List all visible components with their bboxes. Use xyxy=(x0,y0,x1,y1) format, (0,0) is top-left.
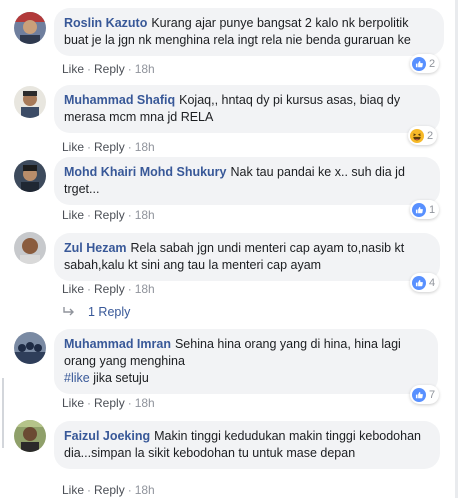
comment-bubble: Mohd Khairi Mohd Shukury Nak tau pandai k… xyxy=(54,157,440,205)
separator-dot: · xyxy=(127,140,132,154)
separator-dot: · xyxy=(87,483,92,497)
separator-dot: · xyxy=(87,140,92,154)
reply-arrow-icon xyxy=(63,307,74,316)
reaction-summary[interactable]: 7 xyxy=(410,385,440,404)
timestamp[interactable]: 18h xyxy=(135,396,155,410)
timestamp[interactable]: 18h xyxy=(135,208,155,222)
reply-link[interactable]: Reply xyxy=(94,282,125,296)
avatar[interactable] xyxy=(14,12,46,44)
comment-bubble: Zul Hezam Rela sabah jgn undi menteri cap… xyxy=(54,233,440,281)
separator-dot: · xyxy=(127,396,132,410)
reaction-count: 2 xyxy=(427,129,434,142)
separator-dot: · xyxy=(87,282,92,296)
avatar[interactable] xyxy=(14,420,46,452)
hashtag-link[interactable]: #like xyxy=(64,371,90,385)
comment-actions: Like · Reply · 18h xyxy=(62,62,155,76)
reaction-summary[interactable]: 2 xyxy=(410,54,440,73)
comment-author[interactable]: Roslin Kazuto xyxy=(64,16,147,30)
comment-text-continued: jika setuju xyxy=(89,371,149,385)
reaction-count: 1 xyxy=(429,203,436,216)
avatar[interactable] xyxy=(14,232,46,264)
like-link[interactable]: Like xyxy=(62,282,84,296)
like-icon xyxy=(412,387,426,402)
separator-dot: · xyxy=(87,208,92,222)
separator-dot: · xyxy=(87,62,92,76)
reply-link[interactable]: Reply xyxy=(94,396,125,410)
like-link[interactable]: Like xyxy=(62,396,84,410)
haha-icon xyxy=(410,128,424,143)
separator-dot: · xyxy=(87,396,92,410)
comment-author[interactable]: Faizul Joeking xyxy=(64,429,150,443)
like-icon xyxy=(412,202,426,217)
timestamp[interactable]: 18h xyxy=(135,140,155,154)
comment-actions: Like · Reply · 18h xyxy=(62,396,155,410)
avatar[interactable] xyxy=(14,86,46,118)
like-link[interactable]: Like xyxy=(62,140,84,154)
reaction-count: 7 xyxy=(429,388,436,401)
separator-dot: · xyxy=(127,62,132,76)
reaction-count: 2 xyxy=(429,57,436,70)
avatar[interactable] xyxy=(14,332,46,364)
view-replies-link[interactable]: 1 Reply xyxy=(62,305,130,319)
reaction-summary[interactable]: 1 xyxy=(410,200,440,219)
comment-bubble: Muhammad Imran Sehina hina orang yang di … xyxy=(54,329,438,394)
separator-dot: · xyxy=(127,208,132,222)
avatar[interactable] xyxy=(14,160,46,192)
comment-bubble: Roslin Kazuto Kurang ajar punye bangsat 2… xyxy=(54,8,444,56)
like-link[interactable]: Like xyxy=(62,208,84,222)
like-link[interactable]: Like xyxy=(62,483,84,497)
thread-line xyxy=(2,378,4,448)
like-icon xyxy=(412,56,426,71)
comment-author[interactable]: Zul Hezam xyxy=(64,241,127,255)
timestamp[interactable]: 18h xyxy=(135,62,155,76)
timestamp[interactable]: 18h xyxy=(135,282,155,296)
reply-link[interactable]: Reply xyxy=(94,140,125,154)
comment-actions: Like · Reply · 18h xyxy=(62,483,155,497)
like-icon xyxy=(412,275,426,290)
reply-link[interactable]: Reply xyxy=(94,483,125,497)
comment-actions: Like · Reply · 18h xyxy=(62,208,155,222)
replies-count-label[interactable]: 1 Reply xyxy=(88,305,130,319)
timestamp[interactable]: 18h xyxy=(135,483,155,497)
comment-author[interactable]: Muhammad Shafiq xyxy=(64,93,175,107)
comment-bubble: Faizul Joeking Makin tinggi kedudukan mak… xyxy=(54,421,440,469)
reaction-summary[interactable]: 4 xyxy=(410,273,440,292)
reply-link[interactable]: Reply xyxy=(94,208,125,222)
comment-bubble: Muhammad Shafiq Kojaq,, hntaq dy pi kursu… xyxy=(54,85,440,133)
separator-dot: · xyxy=(127,282,132,296)
comment-author[interactable]: Mohd Khairi Mohd Shukury xyxy=(64,165,227,179)
like-link[interactable]: Like xyxy=(62,62,84,76)
reply-link[interactable]: Reply xyxy=(94,62,125,76)
separator-dot: · xyxy=(127,483,132,497)
reaction-count: 4 xyxy=(429,276,436,289)
comment-actions: Like · Reply · 18h xyxy=(62,282,155,296)
reaction-summary[interactable]: 2 xyxy=(408,126,438,145)
comment-author[interactable]: Muhammad Imran xyxy=(64,337,171,351)
comment-actions: Like · Reply · 18h xyxy=(62,140,155,154)
